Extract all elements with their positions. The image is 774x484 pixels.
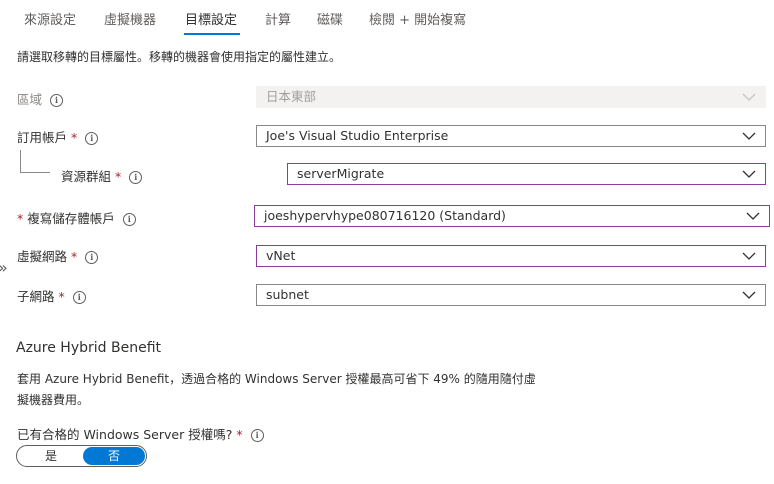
tab-virtual-machines[interactable]: 虛擬機器 bbox=[104, 9, 156, 28]
chevron-down-icon bbox=[742, 291, 756, 299]
storage-account-label: * 複寫儲存體帳戶 i bbox=[17, 208, 136, 227]
subscription-label: 訂用帳戶 * i bbox=[17, 127, 99, 146]
chevron-down-icon bbox=[746, 212, 760, 220]
page-description: 請選取移轉的目標屬性。移轉的機器會使用指定的屬性建立。 bbox=[17, 50, 342, 64]
info-icon[interactable]: i bbox=[50, 94, 64, 107]
required-marker: * bbox=[71, 249, 78, 264]
info-icon[interactable]: i bbox=[129, 171, 143, 184]
active-tab-indicator bbox=[184, 33, 240, 35]
subnet-label: 子網路 * i bbox=[17, 286, 86, 305]
region-label-text: 區域 bbox=[17, 92, 43, 107]
required-marker: * bbox=[17, 211, 24, 226]
windows-license-question: 已有合格的 Windows Server 授權嗎? * i bbox=[17, 424, 264, 443]
region-dropdown: 日本東部 bbox=[256, 86, 766, 108]
vnet-label-text: 虛擬網路 bbox=[17, 249, 68, 264]
required-marker: * bbox=[71, 130, 78, 145]
resource-group-label-text: 資源群組 bbox=[61, 169, 112, 184]
resource-group-dropdown[interactable]: serverMigrate bbox=[287, 163, 766, 185]
subnet-label-text: 子網路 bbox=[17, 289, 55, 304]
chevron-down-icon bbox=[742, 93, 756, 101]
storage-account-value: joeshypervhype080716120 (Standard) bbox=[264, 208, 506, 223]
info-icon[interactable]: i bbox=[85, 132, 99, 145]
double-chevron-right-icon[interactable]: » bbox=[0, 260, 8, 276]
chevron-down-icon bbox=[742, 132, 756, 140]
tree-connector-vertical bbox=[20, 150, 21, 172]
windows-license-toggle[interactable]: 是 否 bbox=[16, 445, 147, 467]
info-icon[interactable]: i bbox=[85, 251, 99, 264]
hybrid-benefit-description: 套用 Azure Hybrid Benefit，透過合格的 Windows Se… bbox=[17, 372, 536, 407]
tree-connector-horizontal bbox=[20, 172, 50, 173]
subscription-dropdown[interactable]: Joe's Visual Studio Enterprise bbox=[256, 125, 766, 147]
windows-license-question-text: 已有合格的 Windows Server 授權嗎? bbox=[17, 427, 233, 442]
vnet-label: 虛擬網路 * i bbox=[17, 246, 99, 265]
subscription-label-text: 訂用帳戶 bbox=[17, 130, 68, 145]
resource-group-value: serverMigrate bbox=[297, 166, 385, 181]
chevron-down-icon bbox=[742, 252, 756, 260]
toggle-option-no[interactable]: 否 bbox=[83, 447, 145, 465]
region-value: 日本東部 bbox=[266, 89, 317, 104]
section-title-hybrid-benefit: Azure Hybrid Benefit bbox=[16, 340, 162, 356]
tab-target-settings[interactable]: 目標設定 bbox=[185, 9, 237, 28]
info-icon[interactable]: i bbox=[122, 213, 136, 226]
subscription-value: Joe's Visual Studio Enterprise bbox=[266, 128, 449, 143]
tab-compute[interactable]: 計算 bbox=[265, 9, 291, 28]
subnet-dropdown[interactable]: subnet bbox=[256, 284, 766, 306]
toggle-option-yes[interactable]: 是 bbox=[19, 446, 83, 466]
tab-disks[interactable]: 磁碟 bbox=[317, 9, 343, 28]
chevron-down-icon bbox=[742, 170, 756, 178]
info-icon[interactable]: i bbox=[72, 291, 86, 304]
required-marker: * bbox=[115, 169, 122, 184]
info-icon[interactable]: i bbox=[250, 429, 264, 442]
vnet-dropdown[interactable]: vNet bbox=[256, 245, 766, 267]
vnet-value: vNet bbox=[266, 248, 296, 263]
wizard-tabs: 來源設定 虛擬機器 目標設定 計算 磁碟 檢閱 + 開始複寫 bbox=[0, 0, 774, 36]
subnet-value: subnet bbox=[266, 287, 309, 302]
resource-group-label: 資源群組 * i bbox=[61, 166, 143, 185]
tab-review-start-replication[interactable]: 檢閱 + 開始複寫 bbox=[369, 9, 466, 28]
region-label: 區域 i bbox=[17, 89, 64, 108]
required-marker: * bbox=[236, 427, 243, 442]
required-marker: * bbox=[58, 289, 65, 304]
storage-account-dropdown[interactable]: joeshypervhype080716120 (Standard) bbox=[254, 205, 770, 227]
storage-account-label-text: 複寫儲存體帳戶 bbox=[27, 211, 115, 226]
tab-source-settings[interactable]: 來源設定 bbox=[24, 9, 76, 28]
